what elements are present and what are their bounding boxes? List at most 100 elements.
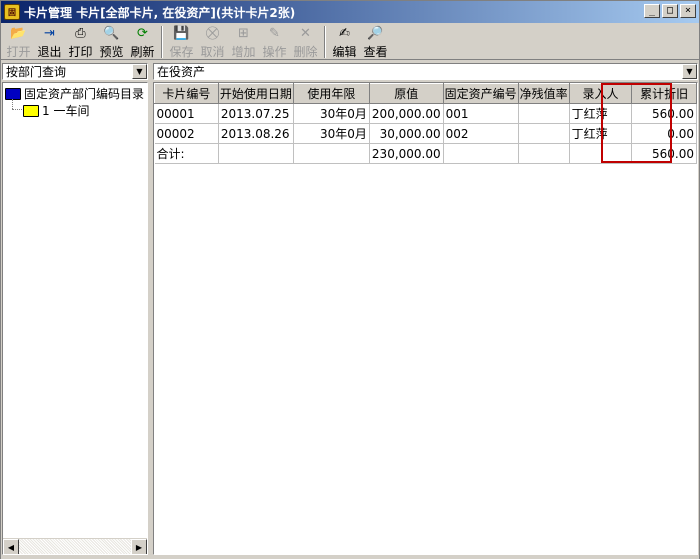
column-header[interactable]: 录入人 (568, 83, 633, 104)
title-bar[interactable]: 固 卡片管理 卡片[全部卡片, 在役资产](共计卡片2张) _ □ × (1, 1, 699, 23)
view-label: 查看 (363, 45, 388, 59)
scroll-left-icon[interactable]: ◀ (3, 539, 19, 554)
chevron-down-icon[interactable]: ▼ (682, 64, 697, 79)
tree-item-label: 1 一车间 (42, 104, 90, 118)
cancel-button[interactable]: ⛒ 取消 (197, 24, 228, 60)
salvage-rate-cell[interactable] (518, 103, 570, 124)
horizontal-scrollbar[interactable]: ◀ ▶ (3, 538, 147, 554)
cancel-label: 取消 (200, 45, 225, 59)
table-row[interactable]: 00001 2013.07.25 30年0月 200,000.00 001 丁红… (154, 103, 697, 124)
add-button[interactable]: ⊞ 增加 (228, 24, 259, 60)
card-grid: 卡片编号 开始使用日期 使用年限 原值 固定资产编号 净残值率 录入人 累计折旧… (154, 83, 697, 164)
query-mode-value: 按部门查询 (6, 65, 67, 79)
salvage-rate-cell[interactable] (518, 123, 570, 144)
print-button[interactable]: ⎙ 打印 (65, 24, 96, 60)
tree-connector (12, 109, 22, 110)
window-controls: _ □ × (644, 4, 696, 18)
useful-life-cell[interactable]: 30年0月 (293, 103, 370, 124)
toolbar: 📂 打开 ⇥ 退出 ⎙ 打印 🔍 预览 ⟳ 刷新 💾 保存 ⛒ 取消 ⊞ 增加 … (1, 24, 699, 60)
edit-icon: ✍ (339, 26, 350, 41)
total-accumulated-depreciation: 560.00 (631, 143, 697, 164)
scroll-right-icon[interactable]: ▶ (131, 539, 147, 554)
asset-number-cell[interactable]: 001 (443, 103, 519, 124)
delete-label: 删除 (293, 45, 318, 59)
accumulated-depreciation-cell[interactable]: 0.00 (631, 123, 697, 144)
view-button[interactable]: 🔎 查看 (360, 24, 391, 60)
toolbar-separator (161, 26, 163, 58)
chevron-down-icon[interactable]: ▼ (132, 64, 147, 79)
card-table: 卡片编号 开始使用日期 使用年限 原值 固定资产编号 净残值率 录入人 累计折旧… (153, 82, 698, 555)
card-number-cell[interactable]: 00001 (154, 103, 219, 124)
add-label: 增加 (231, 45, 256, 59)
tree-root[interactable]: 固定资产部门编码目录 (5, 85, 144, 102)
toolbar-separator (324, 26, 326, 58)
delete-button[interactable]: ✕ 删除 (290, 24, 321, 60)
entered-by-cell[interactable]: 丁红萍 (569, 123, 633, 144)
delete-icon: ✕ (300, 26, 311, 41)
refresh-label: 刷新 (130, 45, 155, 59)
query-mode-select[interactable]: 按部门查询 ▼ (2, 63, 148, 80)
column-header[interactable]: 累计折旧 (631, 83, 697, 104)
preview-label: 预览 (99, 45, 124, 59)
folder-icon (23, 104, 39, 117)
scroll-track[interactable] (19, 539, 131, 554)
column-header[interactable]: 卡片编号 (154, 83, 219, 104)
start-date-cell[interactable]: 2013.07.25 (218, 103, 294, 124)
cancel-icon: ⛒ (205, 26, 220, 41)
empty-cell (569, 143, 633, 164)
accumulated-depreciation-cell[interactable]: 560.00 (631, 103, 697, 124)
panel-splitter[interactable] (149, 63, 152, 555)
total-row: 合计: 230,000.00 560.00 (154, 143, 697, 164)
save-button[interactable]: 💾 保存 (166, 24, 197, 60)
department-tree: 固定资产部门编码目录 1 一车间 ◀ ▶ (2, 82, 148, 555)
asset-filter-value: 在役资产 (157, 65, 206, 79)
edit-label: 编辑 (332, 45, 357, 59)
card-management-window: 固 卡片管理 卡片[全部卡片, 在役资产](共计卡片2张) _ □ × 📂 打开… (0, 0, 700, 559)
start-date-cell[interactable]: 2013.08.26 (218, 123, 294, 144)
printer-icon: ⎙ (75, 26, 86, 41)
entered-by-cell[interactable]: 丁红萍 (569, 103, 633, 124)
exit-button[interactable]: ⇥ 退出 (34, 24, 65, 60)
refresh-button[interactable]: ⟳ 刷新 (127, 24, 158, 60)
column-header[interactable]: 固定资产编号 (442, 83, 519, 104)
operate-label: 操作 (262, 45, 287, 59)
print-label: 打印 (68, 45, 93, 59)
save-label: 保存 (169, 45, 194, 59)
folder-open-icon: 📂 (10, 26, 27, 41)
card-number-cell[interactable]: 00002 (154, 123, 219, 144)
close-button[interactable]: × (680, 4, 696, 18)
exit-label: 退出 (37, 45, 62, 59)
column-header[interactable]: 净残值率 (517, 83, 570, 104)
empty-cell (218, 143, 294, 164)
edit-button[interactable]: ✍ 编辑 (329, 24, 360, 60)
table-header-row: 卡片编号 开始使用日期 使用年限 原值 固定资产编号 净残值率 录入人 累计折旧 (154, 83, 697, 104)
operate-button[interactable]: ✎ 操作 (259, 24, 290, 60)
maximize-button[interactable]: □ (662, 4, 678, 18)
minimize-button[interactable]: _ (644, 4, 660, 18)
save-icon: 💾 (173, 26, 190, 41)
empty-cell (443, 143, 519, 164)
refresh-icon: ⟳ (137, 26, 148, 41)
column-header[interactable]: 原值 (368, 83, 444, 104)
operate-icon: ✎ (269, 26, 280, 41)
total-original-value: 230,000.00 (369, 143, 444, 164)
original-value-cell[interactable]: 200,000.00 (369, 103, 444, 124)
useful-life-cell[interactable]: 30年0月 (293, 123, 370, 144)
column-header[interactable]: 使用年限 (292, 83, 370, 104)
open-label: 打开 (6, 45, 31, 59)
exit-door-icon: ⇥ (44, 26, 55, 41)
total-label: 合计: (154, 143, 219, 164)
table-row[interactable]: 00002 2013.08.26 30年0月 30,000.00 002 丁红萍… (154, 123, 697, 144)
column-header[interactable]: 开始使用日期 (217, 83, 294, 104)
open-button[interactable]: 📂 打开 (3, 24, 34, 60)
preview-button[interactable]: 🔍 预览 (96, 24, 127, 60)
folder-icon (5, 87, 21, 100)
asset-number-cell[interactable]: 002 (443, 123, 519, 144)
asset-filter-select[interactable]: 在役资产 ▼ (153, 63, 698, 80)
tree-item-workshop-1[interactable]: 1 一车间 (23, 102, 89, 119)
tree-root-label: 固定资产部门编码目录 (24, 87, 145, 101)
view-icon: 🔎 (367, 26, 384, 41)
preview-icon: 🔍 (103, 26, 120, 41)
original-value-cell[interactable]: 30,000.00 (369, 123, 444, 144)
add-icon: ⊞ (238, 26, 249, 41)
